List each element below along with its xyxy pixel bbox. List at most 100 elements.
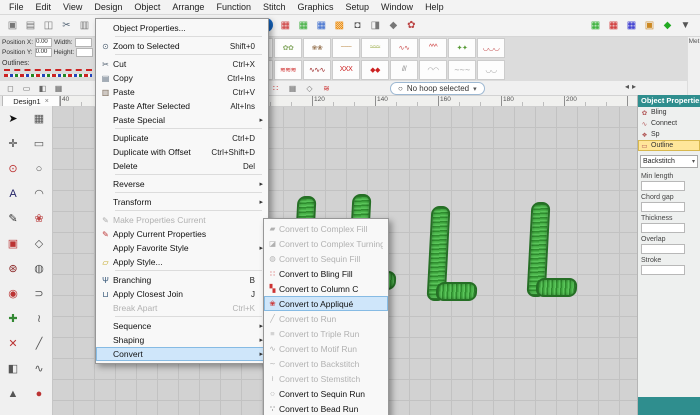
stitch-pattern-swatch[interactable]: ◡◡◡ [477, 38, 505, 58]
stitch-pattern-swatch[interactable]: ❀❀ [303, 38, 331, 58]
outline-color-sample[interactable] [4, 74, 92, 77]
chevron-down-icon[interactable]: ▾ [473, 85, 477, 93]
menubar-item[interactable]: Setup [340, 2, 376, 12]
tool-button-icon[interactable]: ∿ [26, 356, 52, 381]
tool-button-icon[interactable]: ✛ [0, 131, 26, 156]
submenu-item[interactable]: ╱ Convert to Run [264, 311, 388, 326]
submenu-item[interactable]: ≀ Convert to Stemstitch [264, 371, 388, 386]
menu-item[interactable]: ✂ Cut Ctrl+X [96, 57, 268, 71]
document-tab-design1[interactable]: Design1 × [2, 95, 60, 106]
toolbar-button-icon[interactable]: ◫ [40, 17, 57, 33]
menu-item[interactable]: ✎ Make Properties Current [96, 213, 268, 227]
menu-item[interactable]: ▥ Paste Ctrl+V [96, 85, 268, 99]
tool-button-icon[interactable]: ❀ [26, 206, 52, 231]
next-arrow-icon[interactable]: ▸ [632, 82, 636, 91]
menubar-item[interactable]: Graphics [292, 2, 340, 12]
toolbar-button-icon[interactable]: ▼ [677, 17, 694, 33]
menubar-item[interactable]: Help [419, 2, 450, 12]
stitch-pattern-swatch[interactable]: XXX [332, 60, 360, 80]
menu-item[interactable]: ▤ Copy Ctrl+Ins [96, 71, 268, 85]
height-input[interactable] [76, 48, 93, 57]
tool-button-icon[interactable]: ● [26, 381, 52, 406]
menu-item[interactable]: ▱ Apply Style... [96, 255, 268, 269]
toolbar-button-icon[interactable]: ▣ [4, 17, 21, 33]
menu-item[interactable]: Convert ▸ [96, 347, 268, 361]
stitch-pattern-swatch[interactable]: ^^^ [419, 38, 447, 58]
tool-button-icon[interactable]: ◍ [26, 256, 52, 281]
menu-item[interactable]: ⊔ Apply Closest Join J [96, 287, 268, 301]
hoop-toolbar-icon[interactable]: ∷ [268, 82, 283, 94]
tool-button-icon[interactable]: A [0, 181, 26, 206]
tool-button-icon[interactable]: ⊃ [26, 281, 52, 306]
stitch-pattern-swatch[interactable]: ◡◡ [477, 60, 505, 80]
submenu-item[interactable]: ∵ Convert to Bead Run [264, 401, 388, 415]
tool-button-icon[interactable]: ╱ [26, 331, 52, 356]
toolbar-button-icon[interactable]: ◆ [659, 17, 676, 33]
embroidery-letter-L[interactable] [527, 202, 582, 297]
param-input[interactable] [641, 244, 685, 254]
tool-button-icon[interactable]: ▲ [0, 381, 26, 406]
toolbar-button-icon[interactable]: ▣ [641, 17, 658, 33]
menubar-item[interactable]: Arrange [166, 2, 210, 12]
param-input[interactable] [641, 265, 685, 275]
toolbar-button-icon[interactable]: ◨ [367, 17, 384, 33]
tool-button-icon[interactable]: ◧ [0, 356, 26, 381]
hoop-toolbar-icon[interactable]: ≋ [319, 82, 334, 94]
hoop-selector-combo[interactable]: ○ No hoop selected ▾ [390, 82, 485, 95]
tool-button-icon[interactable]: ◉ [0, 281, 26, 306]
tool-button-icon[interactable]: ✎ [0, 206, 26, 231]
menu-item[interactable]: Delete Del [96, 159, 268, 173]
tool-button-icon[interactable]: ≀ [26, 306, 52, 331]
toolbar-button-icon[interactable]: ▦ [605, 17, 622, 33]
menu-item[interactable]: ✎ Apply Current Properties [96, 227, 268, 241]
toolbar-button-icon[interactable]: ▦ [623, 17, 640, 33]
submenu-item[interactable]: ❀ Convert to Appliqué [264, 296, 388, 311]
menubar-item[interactable]: Edit [30, 2, 58, 12]
stitch-pattern-swatch[interactable]: ∿∿ [390, 38, 418, 58]
panel-tab[interactable]: ∿ Connect [638, 118, 700, 129]
chevron-down-icon[interactable]: ▾ [692, 158, 695, 165]
stitch-pattern-swatch[interactable]: ∼∼∼ [448, 60, 476, 80]
tool-button-icon[interactable]: ✚ [0, 306, 26, 331]
tool-button-icon[interactable]: ▭ [26, 131, 52, 156]
stitch-pattern-swatch[interactable]: ∿∿∿ [303, 60, 331, 80]
submenu-item[interactable]: ◌ Convert to Sequin Run [264, 386, 388, 401]
toolbar-button-icon[interactable]: ▦ [587, 17, 604, 33]
menubar-item[interactable]: View [57, 2, 88, 12]
outline-dash-sample[interactable] [4, 69, 92, 71]
menu-item[interactable]: Paste Special ▸ [96, 113, 268, 127]
menubar-item[interactable]: Design [88, 2, 128, 12]
panel-tab[interactable]: ❖ Sp [638, 129, 700, 140]
menu-item[interactable]: Sequence ▸ [96, 319, 268, 333]
submenu-item[interactable]: ∼ Convert to Backstitch [264, 356, 388, 371]
position-x-input[interactable]: 0.00 [35, 38, 52, 47]
menubar-item[interactable]: File [3, 2, 30, 12]
toolbar-button-icon[interactable]: ✿ [403, 17, 420, 33]
toolbar-button-icon[interactable]: ▩ [331, 17, 348, 33]
stitch-pattern-swatch[interactable]: ✦✦ [448, 38, 476, 58]
param-input[interactable] [641, 202, 685, 212]
stitch-pattern-swatch[interactable]: ≈≈≈ [361, 38, 389, 58]
submenu-item[interactable]: ◍ Convert to Sequin Fill [264, 251, 388, 266]
tool-button-icon[interactable]: ⊙ [0, 156, 26, 181]
tool-button-icon[interactable]: ➤ [0, 106, 26, 131]
submenu-item[interactable]: ∷ Convert to Bling Fill [264, 266, 388, 281]
hoop-toolbar-icon[interactable]: ◇ [302, 82, 317, 94]
menu-item[interactable]: Duplicate with Offset Ctrl+Shift+D [96, 145, 268, 159]
stitch-type-combo[interactable]: Backstitch ▾ [640, 155, 698, 168]
stitch-pattern-swatch[interactable]: ◆◆ [361, 60, 389, 80]
menu-item[interactable]: Reverse ▸ [96, 177, 268, 191]
hoop-toolbar-icon[interactable]: ◧ [35, 82, 50, 94]
toolbar-button-icon[interactable]: ◘ [349, 17, 366, 33]
menu-item[interactable]: Object Properties... [96, 21, 268, 35]
hoop-toolbar-icon[interactable]: ◻ [3, 82, 18, 94]
toolbar-button-icon[interactable]: ✂ [58, 17, 75, 33]
close-icon[interactable]: × [45, 98, 49, 105]
embroidery-letter-L[interactable] [427, 206, 482, 301]
param-input[interactable] [641, 181, 685, 191]
menu-item[interactable]: Apply Favorite Style ▸ [96, 241, 268, 255]
stitch-pattern-swatch[interactable]: ≋≋≋ [274, 60, 302, 80]
stitch-pattern-swatch[interactable]: ~~~ [332, 38, 360, 58]
stitch-pattern-swatch[interactable]: ✿✿ [274, 38, 302, 58]
menubar-item[interactable]: Window [375, 2, 419, 12]
